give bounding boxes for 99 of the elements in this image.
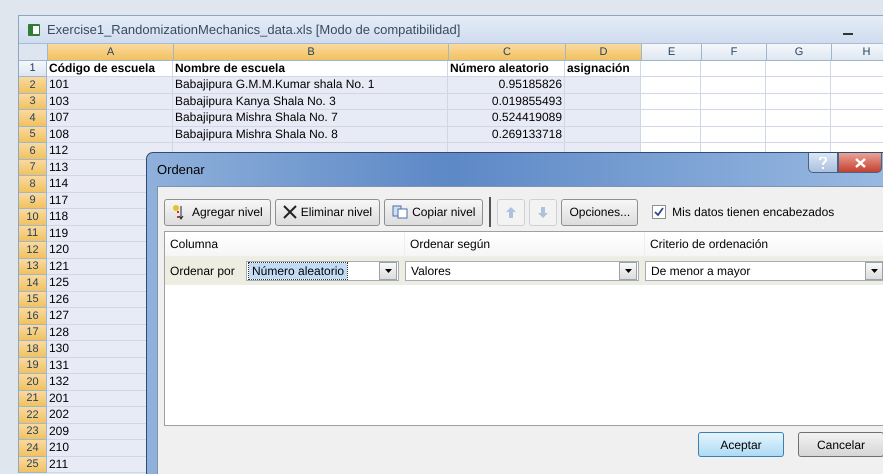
row-header[interactable]: 22 — [19, 407, 47, 424]
row-header[interactable]: 14 — [19, 275, 47, 292]
row-header[interactable]: 15 — [19, 292, 47, 308]
row-header[interactable]: 6 — [19, 143, 47, 160]
table-cell: Código de escuela — [47, 60, 173, 77]
table-cell: 103 — [47, 94, 173, 110]
column-header[interactable]: D — [566, 44, 642, 60]
row-header[interactable]: 20 — [19, 374, 47, 390]
column-header[interactable]: F — [702, 44, 767, 60]
sort-on-select[interactable]: Valores — [405, 261, 639, 281]
column-header[interactable]: C — [449, 44, 566, 60]
minimize-icon[interactable] — [843, 32, 853, 34]
column-heading: Ordenar según — [405, 232, 645, 257]
table-cell — [701, 110, 766, 126]
row-header[interactable]: 25 — [19, 456, 47, 473]
table-cell: 0.019855493 — [448, 94, 565, 110]
order-select[interactable]: De menor a mayor — [645, 261, 883, 281]
column-header[interactable]: B — [174, 44, 449, 60]
toolbar-button[interactable]: Opciones... — [561, 198, 638, 226]
sort-level-row[interactable]: Ordenar por Número aleatorio Valores De menor a mayor — [165, 257, 883, 285]
row-header[interactable]: 19 — [19, 358, 47, 374]
table-cell — [766, 60, 831, 77]
help-icon — [819, 156, 827, 168]
column-header[interactable]: H — [832, 44, 883, 60]
close-icon — [854, 158, 866, 168]
column-header[interactable]: E — [642, 44, 702, 60]
row-header[interactable]: 11 — [19, 226, 47, 242]
ok-button[interactable]: Aceptar — [698, 432, 784, 457]
checkbox[interactable] — [652, 205, 666, 219]
table-cell: Babajipura Mishra Shala No. 7 — [173, 110, 448, 126]
table-cell: 112 — [47, 143, 173, 160]
row-header[interactable]: 21 — [19, 390, 47, 407]
toolbar-button[interactable]: Copiar nivel — [384, 198, 484, 226]
caret-icon — [624, 269, 632, 273]
table-cell: Babajipura G.M.M.Kumar shala No. 1 — [173, 77, 448, 94]
row-header[interactable]: 18 — [19, 341, 47, 358]
table-cell — [701, 94, 766, 110]
checkmark-icon — [654, 207, 664, 217]
dropdown-button[interactable] — [619, 262, 637, 280]
table-cell — [641, 126, 701, 143]
row-header[interactable]: 17 — [19, 324, 47, 341]
row-header[interactable]: 13 — [19, 258, 47, 275]
table-cell: Número aleatorio — [448, 60, 565, 77]
help-button[interactable] — [808, 153, 838, 173]
table-cell — [766, 126, 831, 143]
table-cell: 0.524419089 — [448, 110, 565, 126]
table-cell — [701, 77, 766, 94]
table-cell: 101 — [47, 77, 173, 94]
dropdown-button[interactable] — [865, 262, 883, 280]
cancel-button[interactable]: Cancelar — [798, 432, 883, 457]
table-cell — [701, 60, 766, 77]
row-header[interactable]: 16 — [19, 308, 47, 324]
toolbar-button[interactable]: Agregar nivel — [164, 198, 271, 226]
row-header[interactable]: 1 — [19, 60, 47, 77]
toolbar-button[interactable]: Eliminar nivel — [274, 198, 380, 226]
table-cell: 107 — [47, 110, 173, 126]
table-cell — [831, 94, 883, 110]
row-header[interactable]: 10 — [19, 209, 47, 226]
row-header[interactable]: 24 — [19, 440, 47, 456]
column-select[interactable]: Número aleatorio — [246, 261, 399, 281]
table-cell: Babajipura Kanya Shala No. 3 — [173, 94, 448, 110]
table-cell: 108 — [47, 126, 173, 143]
table-cell: Babajipura Mishra Shala No. 8 — [173, 126, 448, 143]
row-header[interactable]: 2 — [19, 77, 47, 94]
table-cell — [701, 126, 766, 143]
table-cell: asignación — [565, 60, 641, 77]
arrow-down-icon — [538, 206, 548, 218]
window-title: Exercise1_RandomizationMechanics_data.xls [Modo de compatibilidad] — [47, 22, 460, 37]
table-cell: 0.269133718 — [448, 126, 565, 143]
table-cell — [766, 77, 831, 94]
table-cell — [766, 110, 831, 126]
row-header[interactable]: 8 — [19, 176, 47, 192]
table-cell — [831, 126, 883, 143]
table-cell — [641, 94, 701, 110]
row-header[interactable]: 9 — [19, 192, 47, 209]
copy-icon — [392, 205, 408, 219]
table-cell: 0.95185826 — [448, 77, 565, 94]
table-cell: Nombre de escuela — [173, 60, 448, 77]
dropdown-button[interactable] — [379, 262, 397, 280]
arrow-up-icon — [506, 206, 516, 218]
caret-icon — [384, 269, 392, 273]
row-header[interactable]: 5 — [19, 126, 47, 143]
column-header[interactable]: G — [767, 44, 832, 60]
table-cell — [641, 60, 701, 77]
close-button[interactable] — [838, 153, 882, 173]
x-icon — [282, 205, 297, 219]
row-header[interactable]: 7 — [19, 160, 47, 176]
row-header[interactable]: 23 — [19, 424, 47, 440]
row-header[interactable]: 12 — [19, 242, 47, 258]
table-cell — [766, 94, 831, 110]
column-header[interactable]: A — [48, 44, 174, 60]
column-heading: Columna — [165, 232, 405, 257]
table-cell — [641, 77, 701, 94]
row-header[interactable]: 3 — [19, 94, 47, 110]
table-cell — [641, 110, 701, 126]
row-header[interactable]: 4 — [19, 110, 47, 126]
caret-icon — [870, 269, 878, 273]
table-cell — [831, 60, 883, 77]
spreadsheet-app-icon — [27, 22, 41, 36]
